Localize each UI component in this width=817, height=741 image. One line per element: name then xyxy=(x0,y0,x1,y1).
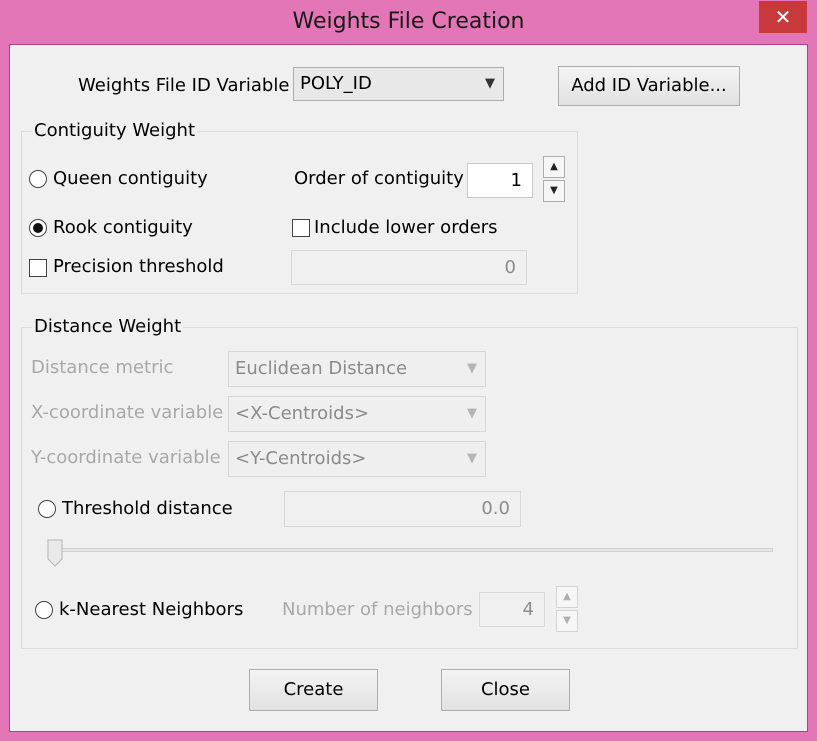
distance-metric-select[interactable]: Euclidean Distance ▼ xyxy=(228,351,486,387)
id-variable-select[interactable]: POLY_ID ▼ xyxy=(293,67,504,101)
distance-metric-value: Euclidean Distance xyxy=(235,358,408,379)
order-of-contiguity-input[interactable]: 1 xyxy=(467,163,533,198)
window-title: Weights File Creation xyxy=(292,9,525,34)
k-nearest-neighbors-label: k-Nearest Neighbors xyxy=(59,599,244,620)
number-of-neighbors-label: Number of neighbors xyxy=(282,599,473,620)
order-spin-down-button[interactable]: ▼ xyxy=(543,180,565,202)
create-button[interactable]: Create xyxy=(249,669,378,711)
distance-metric-label: Distance metric xyxy=(31,357,174,378)
neighbors-spin-up-button[interactable]: ▲ xyxy=(556,586,578,608)
y-coordinate-value: <Y-Centroids> xyxy=(235,448,367,469)
y-coordinate-select[interactable]: <Y-Centroids> ▼ xyxy=(228,441,486,477)
dialog-window: Weights File Creation ✕ Weights File ID … xyxy=(0,0,817,741)
order-spin-up-button[interactable]: ▲ xyxy=(543,156,565,178)
precision-threshold-input[interactable]: 0 xyxy=(291,250,527,285)
distance-group-title: Distance Weight xyxy=(32,316,184,337)
queen-contiguity-radio[interactable] xyxy=(29,170,47,188)
close-window-button[interactable]: ✕ xyxy=(759,1,807,33)
spin-down-icon: ▼ xyxy=(563,615,571,626)
threshold-distance-label: Threshold distance xyxy=(62,498,233,519)
spin-up-icon: ▲ xyxy=(563,591,571,602)
precision-threshold-label: Precision threshold xyxy=(53,256,224,277)
spin-up-icon: ▲ xyxy=(550,161,558,172)
id-variable-value: POLY_ID xyxy=(300,73,372,94)
k-nearest-neighbors-radio[interactable] xyxy=(35,601,53,619)
spin-down-icon: ▼ xyxy=(550,185,558,196)
include-lower-orders-checkbox[interactable] xyxy=(292,219,310,237)
contiguity-group-title: Contiguity Weight xyxy=(32,120,198,141)
x-coordinate-select[interactable]: <X-Centroids> ▼ xyxy=(228,396,486,432)
threshold-slider-thumb[interactable] xyxy=(47,539,63,567)
include-lower-orders-label: Include lower orders xyxy=(314,217,498,238)
queen-contiguity-label: Queen contiguity xyxy=(53,168,208,189)
x-coordinate-label: X-coordinate variable xyxy=(31,402,224,423)
rook-contiguity-radio[interactable] xyxy=(29,219,47,237)
threshold-slider-track xyxy=(50,548,773,552)
dialog-client: Weights File ID Variable POLY_ID ▼ Add I… xyxy=(9,44,808,732)
chevron-down-icon: ▼ xyxy=(467,406,477,421)
y-coordinate-label: Y-coordinate variable xyxy=(31,447,221,468)
rook-contiguity-label: Rook contiguity xyxy=(53,217,193,238)
threshold-distance-input[interactable]: 0.0 xyxy=(284,491,521,527)
x-coordinate-value: <X-Centroids> xyxy=(235,403,370,424)
add-id-variable-button[interactable]: Add ID Variable... xyxy=(558,66,740,106)
close-button[interactable]: Close xyxy=(441,669,570,711)
order-of-contiguity-label: Order of contiguity xyxy=(294,168,464,189)
threshold-distance-radio[interactable] xyxy=(38,500,56,518)
precision-threshold-checkbox[interactable] xyxy=(29,259,47,277)
chevron-down-icon: ▼ xyxy=(467,361,477,376)
chevron-down-icon: ▼ xyxy=(467,451,477,466)
neighbors-spin-down-button[interactable]: ▼ xyxy=(556,610,578,632)
chevron-down-icon: ▼ xyxy=(485,76,495,91)
number-of-neighbors-input[interactable]: 4 xyxy=(479,592,545,627)
id-variable-label: Weights File ID Variable xyxy=(78,75,290,96)
radio-selected-dot xyxy=(33,223,43,233)
close-icon: ✕ xyxy=(774,5,792,29)
